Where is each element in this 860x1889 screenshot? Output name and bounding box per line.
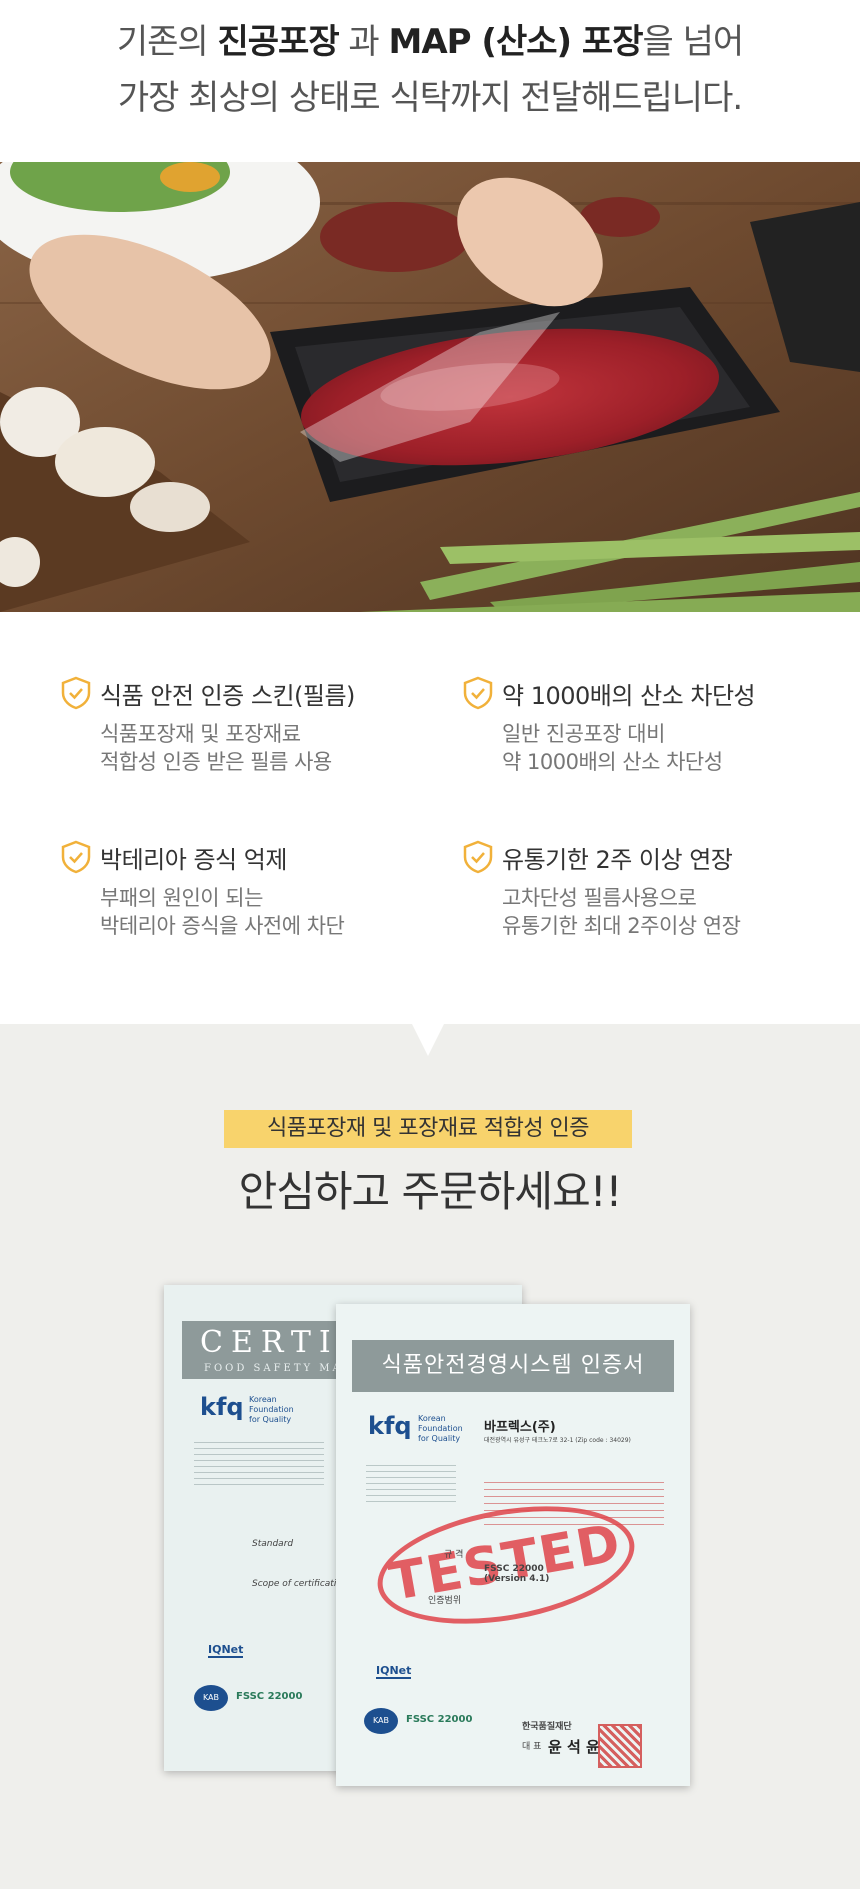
scope-label: 인증범위 [428,1596,462,1606]
shield-check-icon [61,840,91,874]
company-address: 대전광역시 유성구 테크노7로 32-1 (Zip code : 34029) [484,1437,631,1444]
headline-line1: 기존의 진공포장 과 MAP (산소) 포장을 넘어 [116,22,744,62]
certification-badge: 식품포장재 및 포장재료 적합성 인증 [224,1110,632,1148]
kfq-org: Korean Foundation for Quality [418,1414,463,1443]
issuer-name: 한국품질재단 [522,1722,572,1732]
product-photo-image [0,162,860,612]
certificate-front-banner: 식품안전경영시스템 인증서 [352,1340,674,1392]
feature-desc: 식품포장재 및 포장재료 적합성 인증 받은 필름 사용 [100,722,332,774]
company-name: 바프렉스(주) [484,1420,556,1435]
headline: 기존의 진공포장 과 MAP (산소) 포장을 넘어 가장 최상의 상태로 식탁… [0,14,860,126]
info-lines [366,1460,456,1506]
fssc-logo: FSSC 22000 [406,1714,473,1725]
standard-label: Standard [252,1539,294,1549]
scope-label: Scope of certification [252,1579,348,1589]
feature-desc: 고차단성 필름사용으로 유통기한 최대 2주이상 연장 [502,886,741,938]
certification-headline: 안심하고 주문하세요!! [238,1167,623,1216]
shield-check-icon [463,840,493,874]
feature-desc: 일반 진공포장 대비 약 1000배의 산소 차단성 [502,722,723,774]
iqnet-logo: IQNet [376,1664,412,1679]
headline-line2: 가장 최상의 상태로 식탁까지 전달해드립니다. [117,78,743,118]
feature-desc: 부패의 원인이 되는 박테리아 증식을 사전에 차단 [100,886,345,938]
kfq-logo: kfq [200,1393,244,1421]
standard-label: 규 격 [444,1550,464,1560]
ceo-label: 대 표 [522,1742,542,1752]
certificate-front: 식품안전경영시스템 인증서 kfq Korean Foundation for Qu… [336,1304,690,1786]
feature-title: 약 1000배의 산소 차단성 [502,682,756,710]
fssc-logo: FSSC 22000 [236,1691,303,1702]
shield-check-icon [463,676,493,710]
product-photo [0,162,860,612]
section-notch [410,1020,446,1056]
kab-logo: KAB [194,1685,228,1711]
kfq-org: Korean Foundation for Quality [249,1395,294,1424]
seal-stamp [598,1724,642,1768]
feature-title: 박테리아 증식 억제 [100,846,287,874]
feature-title: 유통기한 2주 이상 연장 [502,846,733,874]
kfq-logo: kfq [368,1412,412,1440]
iqnet-logo: IQNet [208,1643,244,1658]
shield-check-icon [61,676,91,710]
standard-value: FSSC 22000 (Version 4.1) [484,1564,550,1584]
kab-logo: KAB [364,1708,398,1734]
ceo-name: 윤 석 윤 [548,1738,600,1756]
info-lines [194,1437,324,1485]
features-section: 식품 안전 인증 스킨(필름) 식품포장재 및 포장재료 적합성 인증 받은 필름… [0,612,860,1024]
feature-title: 식품 안전 인증 스킨(필름) [100,682,355,710]
